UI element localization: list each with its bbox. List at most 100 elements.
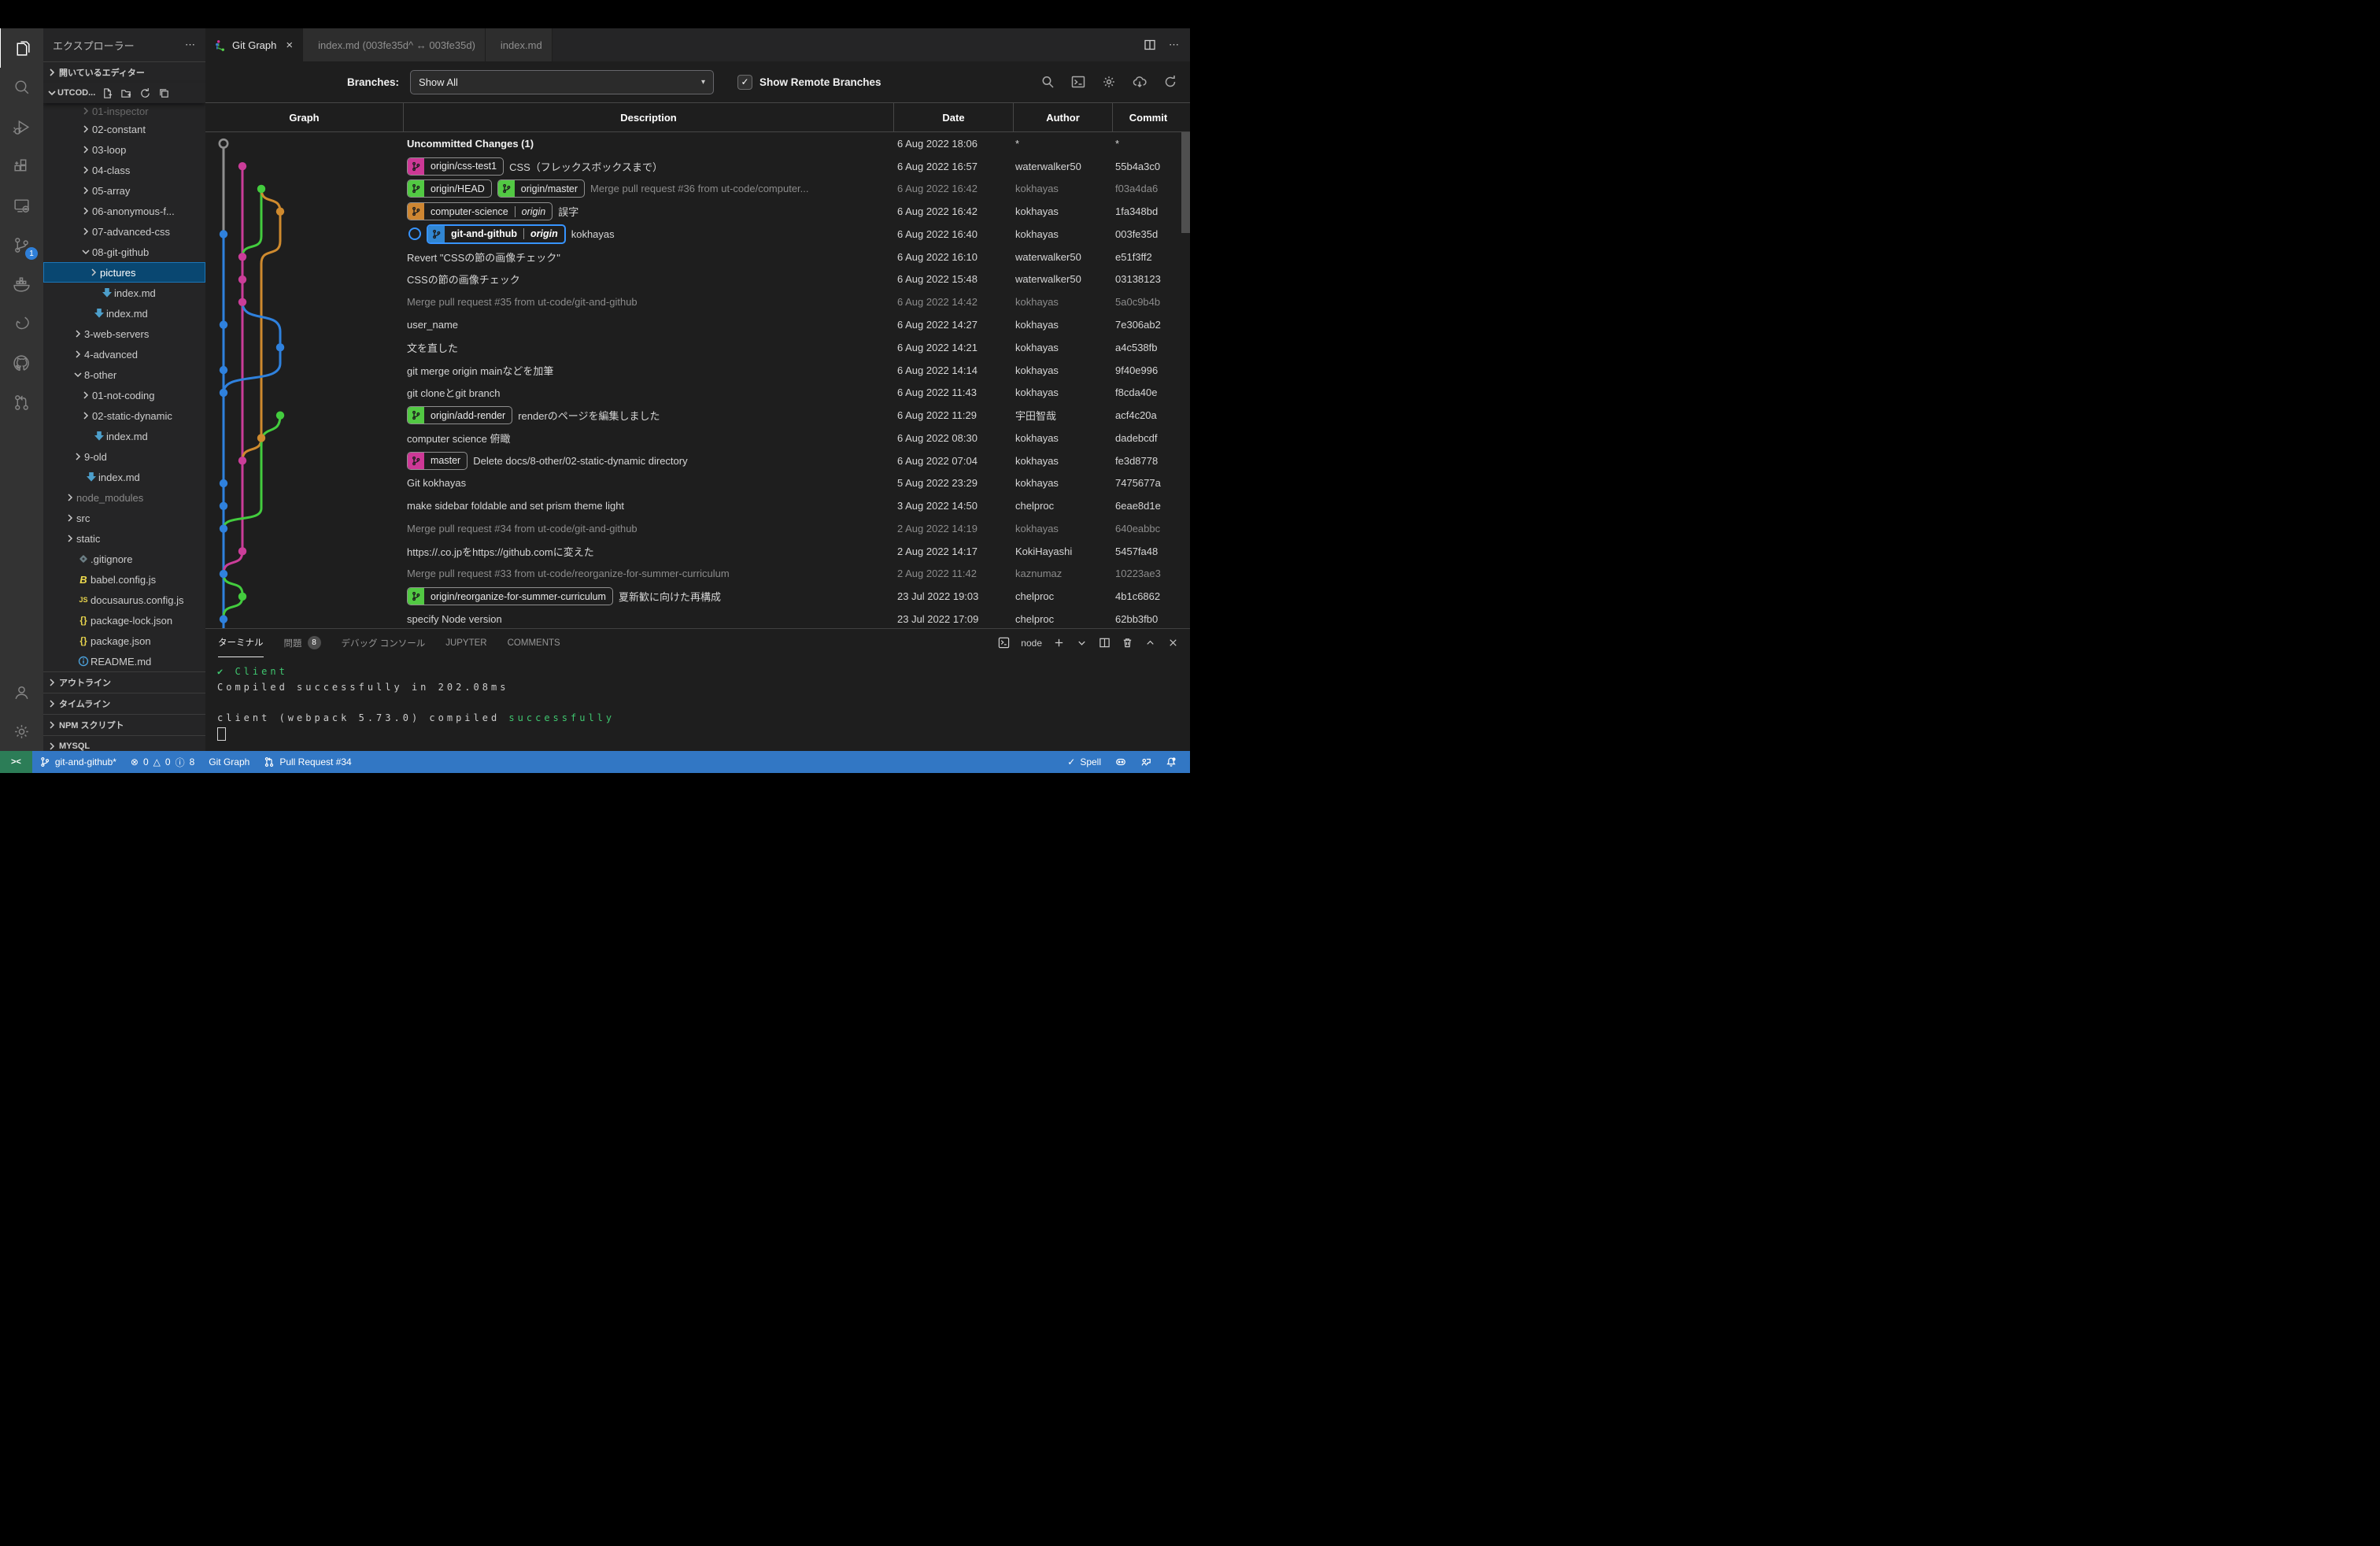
split-editor-icon[interactable] [1144,39,1156,51]
sidebar-section-タイムライン[interactable]: タイムライン [43,693,205,714]
tree-item-02-constant[interactable]: 02-constant [43,119,205,139]
column-header-commit[interactable]: Commit [1112,103,1184,131]
tree-item-04-class[interactable]: 04-class [43,160,205,180]
tree-item-08-git-github[interactable]: 08-git-github [43,242,205,262]
commit-row[interactable]: https://.co.jpをhttps://github.comに変えた2 A… [205,540,1190,563]
git-graph-status-item[interactable]: Git Graph [201,751,257,773]
tree-item-4-advanced[interactable]: 4-advanced [43,344,205,364]
commit-row[interactable]: git cloneとgit branch6 Aug 2022 11:43kokh… [205,381,1190,404]
tab-index-md-003fe35d-003fe35d-[interactable]: index.md (003fe35d^ ↔ 003fe35d) [303,28,486,61]
tree-item-index.md[interactable]: index.md [43,467,205,487]
source-control-icon[interactable]: 1 [0,225,43,264]
tree-item-index.md[interactable]: index.md [43,303,205,324]
swoosh-icon[interactable] [0,304,43,343]
tree-item-pictures[interactable]: pictures [43,262,205,283]
commit-row[interactable]: computer science 俯瞰6 Aug 2022 08:30kokha… [205,427,1190,449]
extensions-icon[interactable] [0,146,43,186]
commit-row[interactable]: Merge pull request #35 from ut-code/git-… [205,290,1190,313]
remote-explorer-icon[interactable] [0,186,43,225]
commit-row[interactable]: user_name6 Aug 2022 14:27kokhayas7e306ab… [205,313,1190,336]
tree-item-README.md[interactable]: README.md [43,651,205,671]
chevron-down-icon[interactable] [1076,637,1088,649]
tree-item-package-lock.json[interactable]: {}package-lock.json [43,610,205,631]
tree-item-06-anonymous-f...[interactable]: 06-anonymous-f... [43,201,205,221]
maximize-panel-icon[interactable] [1144,637,1156,649]
explorer-icon[interactable] [0,28,44,68]
search-icon[interactable] [1040,75,1055,89]
problems-status-item[interactable]: ⊗0 △0 ⓘ8 [124,751,201,773]
tree-item-docusaurus.config.js[interactable]: JSdocusaurus.config.js [43,590,205,610]
panel-tab-デバッグ コンソール[interactable]: デバッグ コンソール [342,629,426,656]
column-header-date[interactable]: Date [893,103,1013,131]
tree-item-02-static-dynamic[interactable]: 02-static-dynamic [43,405,205,426]
panel-tab-問題[interactable]: 問題8 [284,629,321,656]
branch-chip-master[interactable]: master [407,452,468,470]
pull-request-status-item[interactable]: Pull Request #34 [257,751,358,773]
branch-chip-origin/add-render[interactable]: origin/add-render [407,406,512,424]
sidebar-section-アウトライン[interactable]: アウトライン [43,671,205,693]
tree-item-package.json[interactable]: {}package.json [43,631,205,651]
tree-item-node_modules[interactable]: node_modules [43,487,205,508]
commit-row[interactable]: Git kokhayas5 Aug 2022 23:29kokhayas7475… [205,472,1190,494]
refresh-icon[interactable] [139,87,151,99]
commit-row[interactable]: make sidebar foldable and set prism them… [205,494,1190,517]
more-actions-icon[interactable]: ⋯ [1169,39,1179,51]
terminal-icon[interactable] [1071,75,1085,89]
new-folder-icon[interactable] [120,87,132,99]
commit-row[interactable]: git merge origin mainなどを加筆6 Aug 2022 14:… [205,359,1190,382]
refresh-icon[interactable] [1163,75,1177,89]
search-icon[interactable] [0,68,43,107]
new-file-icon[interactable] [102,87,113,99]
tree-item-babel.config.js[interactable]: Bbabel.config.js [43,569,205,590]
commit-row[interactable]: masterDelete docs/8-other/02-static-dyna… [205,449,1190,472]
panel-tab-JUPYTER[interactable]: JUPYTER [445,629,486,656]
branch-chip-origin/master[interactable]: origin/master [497,179,585,198]
feedback-status-item[interactable] [1133,751,1159,773]
terminal-output[interactable]: ✔ Client Compiled successfully in 202.08… [205,656,1190,742]
branch-chip-git-and-github[interactable]: git-and-githuborigin [427,224,566,244]
cloud-download-icon[interactable] [1133,75,1147,89]
column-header-description[interactable]: Description [403,103,893,131]
tree-item-static[interactable]: static [43,528,205,549]
tree-item-8-other[interactable]: 8-other [43,364,205,385]
commit-row[interactable]: 文を直した6 Aug 2022 14:21kokhayasa4c538fb [205,336,1190,359]
commit-row[interactable]: origin/reorganize-for-summer-curriculum夏… [205,585,1190,608]
commit-row[interactable]: CSSの節の画像チェック6 Aug 2022 15:48waterwalker5… [205,268,1190,291]
tree-item-03-loop[interactable]: 03-loop [43,139,205,160]
tree-item-01-inspector[interactable]: 01-inspector [43,103,205,119]
github-icon[interactable] [0,343,43,383]
tab-git-graph[interactable]: Git Graph× [205,28,303,61]
pull-request-icon[interactable] [0,383,43,422]
tree-item-05-array[interactable]: 05-array [43,180,205,201]
panel-tab-COMMENTS[interactable]: COMMENTS [508,629,560,656]
table-scrollbar[interactable] [1181,132,1190,233]
branch-status-item[interactable]: git-and-github* [32,751,124,773]
new-terminal-icon[interactable] [1053,637,1065,649]
tree-item-07-advanced-css[interactable]: 07-advanced-css [43,221,205,242]
commit-row[interactable]: origin/HEADorigin/masterMerge pull reque… [205,178,1190,201]
account-icon[interactable] [0,672,43,712]
show-remote-checkbox[interactable]: ✓ [737,75,752,90]
shell-label[interactable]: node [1021,638,1042,649]
commit-row[interactable]: Revert "CSSの節の画像チェック"6 Aug 2022 16:10wat… [205,246,1190,268]
commit-row[interactable]: origin/css-test1CSS（フレックスボックスまで）6 Aug 20… [205,155,1190,178]
tree-item-.gitignore[interactable]: .gitignore [43,549,205,569]
sidebar-more-icon[interactable]: ⋯ [185,39,196,51]
panel-tab-ターミナル[interactable]: ターミナル [218,629,264,657]
tree-item-01-not-coding[interactable]: 01-not-coding [43,385,205,405]
split-terminal-icon[interactable] [1099,637,1111,649]
commit-row[interactable]: computer-scienceorigin誤字6 Aug 2022 16:42… [205,200,1190,223]
docker-icon[interactable] [0,264,43,304]
commit-row[interactable]: specify Node version23 Jul 2022 17:09che… [205,608,1190,631]
branch-chip-origin/reorganize-for-summer-curriculum[interactable]: origin/reorganize-for-summer-curriculum [407,587,613,605]
tree-item-3-web-servers[interactable]: 3-web-servers [43,324,205,344]
commit-row[interactable]: git-and-githuboriginkokhayas6 Aug 2022 1… [205,223,1190,246]
column-header-author[interactable]: Author [1013,103,1112,131]
commit-row[interactable]: Uncommitted Changes (1)6 Aug 2022 18:06*… [205,132,1190,155]
commit-row[interactable]: Merge pull request #34 from ut-code/git-… [205,517,1190,540]
branch-chip-origin/HEAD[interactable]: origin/HEAD [407,179,492,198]
tree-item-src[interactable]: src [43,508,205,528]
kill-terminal-trash-icon[interactable] [1122,637,1133,649]
run-debug-icon[interactable] [0,107,43,146]
notifications-bell-icon[interactable] [1159,751,1184,773]
